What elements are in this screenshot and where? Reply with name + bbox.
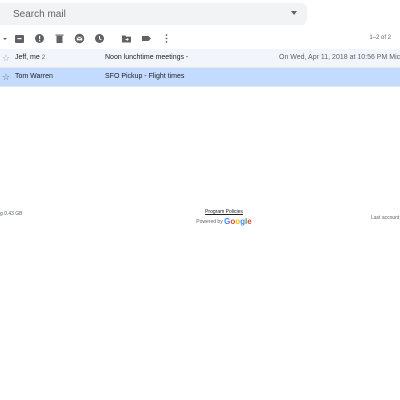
email-subject: Noon lunchtime meetings - xyxy=(105,54,189,61)
snooze-icon[interactable] xyxy=(94,33,105,44)
thread-count: 2 xyxy=(41,55,46,61)
select-dropdown-icon[interactable] xyxy=(0,33,7,44)
footer-links: Program Policies Powered by Google xyxy=(190,209,258,226)
storage-usage: g 0.43 GB xyxy=(0,211,23,217)
pagination-text: 1–2 of 2 xyxy=(369,35,391,41)
email-sender: Tom Warren xyxy=(15,73,53,80)
search-options-icon[interactable] xyxy=(291,11,297,15)
email-row[interactable]: ☆ Tom Warren SFO Pickup - Flight times xyxy=(0,68,400,87)
star-icon[interactable]: ☆ xyxy=(2,68,10,86)
powered-by-google: Powered by Google xyxy=(190,217,258,226)
report-spam-icon[interactable] xyxy=(34,33,45,44)
email-snippet: On Wed, Apr 11, 2018 at 10:56 PM Michael xyxy=(279,54,400,61)
email-sender: Jeff, me 2 xyxy=(15,54,46,61)
toolbar xyxy=(0,29,400,49)
star-icon[interactable]: ☆ xyxy=(2,49,10,67)
program-policies-link[interactable]: Program Policies xyxy=(190,209,258,215)
email-subject: SFO Pickup - Flight times xyxy=(105,73,185,80)
last-account-activity: Last account xyxy=(371,215,400,221)
label-icon[interactable] xyxy=(141,33,152,44)
more-options-icon[interactable] xyxy=(161,33,168,44)
search-placeholder: Search mail xyxy=(13,9,66,20)
archive-icon[interactable] xyxy=(14,33,25,44)
google-logo: Google xyxy=(224,217,252,226)
delete-icon[interactable] xyxy=(54,33,65,44)
email-list: ☆ Jeff, me 2 Noon lunchtime meetings - On… xyxy=(0,49,400,87)
mark-as-unread-icon[interactable] xyxy=(74,33,85,44)
email-row[interactable]: ☆ Jeff, me 2 Noon lunchtime meetings - On… xyxy=(0,49,400,68)
powered-by-label: Powered by xyxy=(196,219,223,225)
search-bar[interactable]: Search mail xyxy=(0,3,307,25)
move-to-icon[interactable] xyxy=(121,33,132,44)
